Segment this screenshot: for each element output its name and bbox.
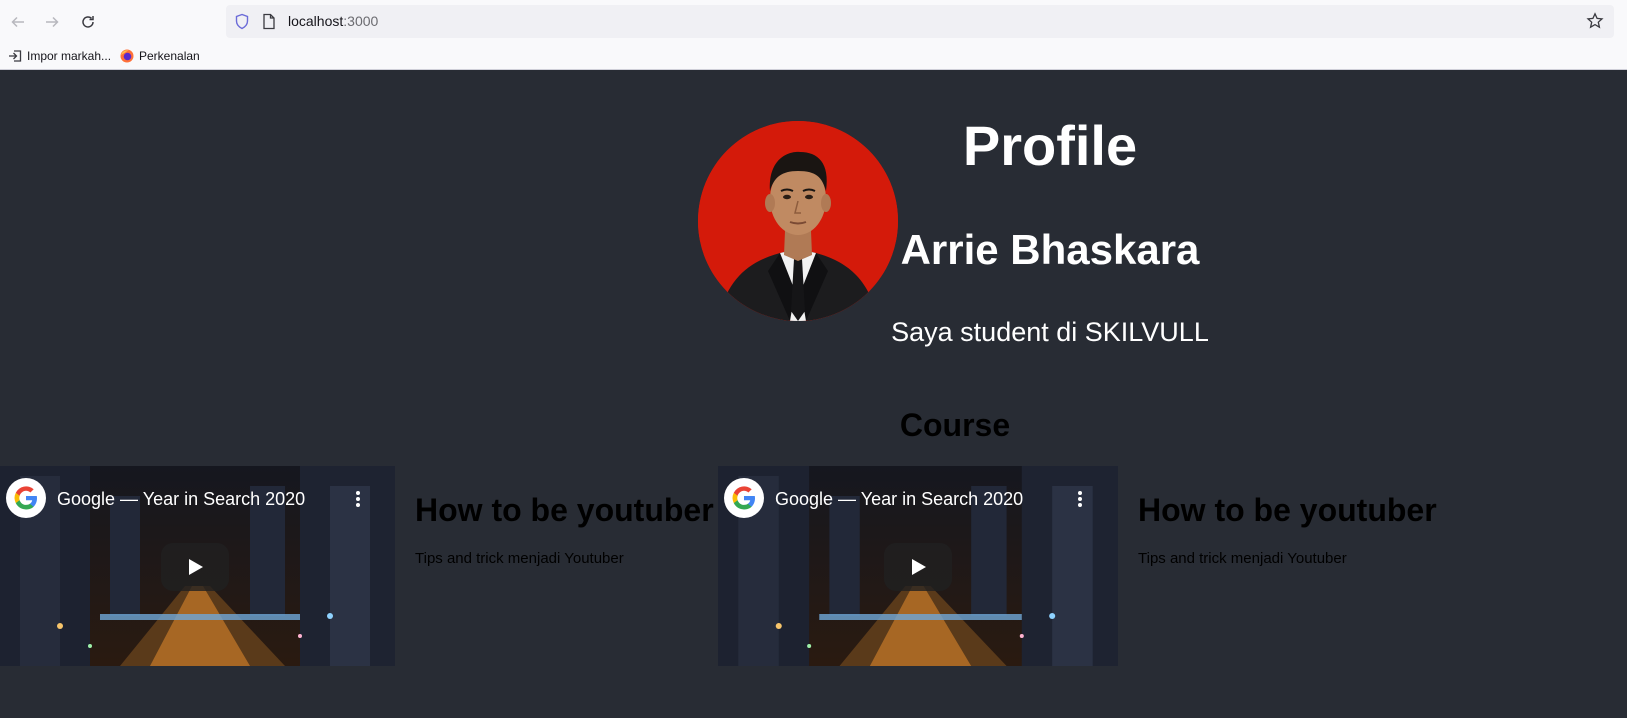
play-icon [189,559,203,575]
bookmark-perkenalan[interactable]: Perkenalan [120,47,200,65]
google-logo-icon [14,486,37,510]
more-options-icon[interactable] [350,488,366,510]
bookmarks-bar: Impor markah... Perkenalan [0,44,1627,68]
browser-toolbar: localhost:3000 Impor markah... Perkenala… [0,0,1627,70]
back-button[interactable] [6,10,30,34]
video-title[interactable]: Google — Year in Search 2020 [775,488,1023,510]
page-icon [263,13,275,30]
more-options-icon[interactable] [1072,488,1088,510]
bookmark-star-icon[interactable] [1586,12,1604,30]
reload-button[interactable] [76,10,100,34]
app-page: Profile Arrie Bhaskara Saya student di S… [0,70,1627,718]
person-portrait [698,121,898,321]
url-host: localhost [288,13,344,29]
profile-heading: Profile [962,114,1138,177]
channel-avatar[interactable] [724,478,764,518]
play-icon [912,559,926,575]
google-logo-icon [732,486,755,510]
url-text[interactable]: localhost:3000 [288,13,378,30]
course-card: Google — Year in Search 2020 How to be y… [718,466,1438,666]
bookmark-label: Perkenalan [139,49,200,63]
import-icon [9,50,22,62]
course-description: Tips and trick menjadi Youtuber [415,550,624,567]
forward-button[interactable] [40,10,64,34]
play-button[interactable] [884,543,952,591]
profile-photo [698,121,898,321]
reload-icon [82,16,94,28]
video-embed[interactable]: Google — Year in Search 2020 [718,466,1118,666]
shield-icon[interactable] [234,13,250,30]
course-title: How to be youtuber [1138,492,1437,528]
channel-avatar[interactable] [6,478,46,518]
course-description: Tips and trick menjadi Youtuber [1138,550,1347,567]
profile-description: Saya student di SKILVULL [891,317,1209,347]
video-title[interactable]: Google — Year in Search 2020 [57,488,305,510]
arrow-right-icon [46,16,59,28]
course-card: Google — Year in Search 2020 How to be y… [0,466,720,666]
url-port: :3000 [343,13,379,29]
play-button[interactable] [161,543,229,591]
address-bar[interactable]: localhost:3000 [226,5,1614,38]
course-heading: Course [899,407,1011,443]
bookmark-import[interactable]: Impor markah... [8,47,111,65]
course-title: How to be youtuber [415,492,714,528]
bookmark-label: Impor markah... [27,49,112,63]
arrow-left-icon [11,16,24,28]
video-embed[interactable]: Google — Year in Search 2020 [0,466,395,666]
profile-name: Arrie Bhaskara [900,226,1200,273]
firefox-icon [120,49,134,63]
